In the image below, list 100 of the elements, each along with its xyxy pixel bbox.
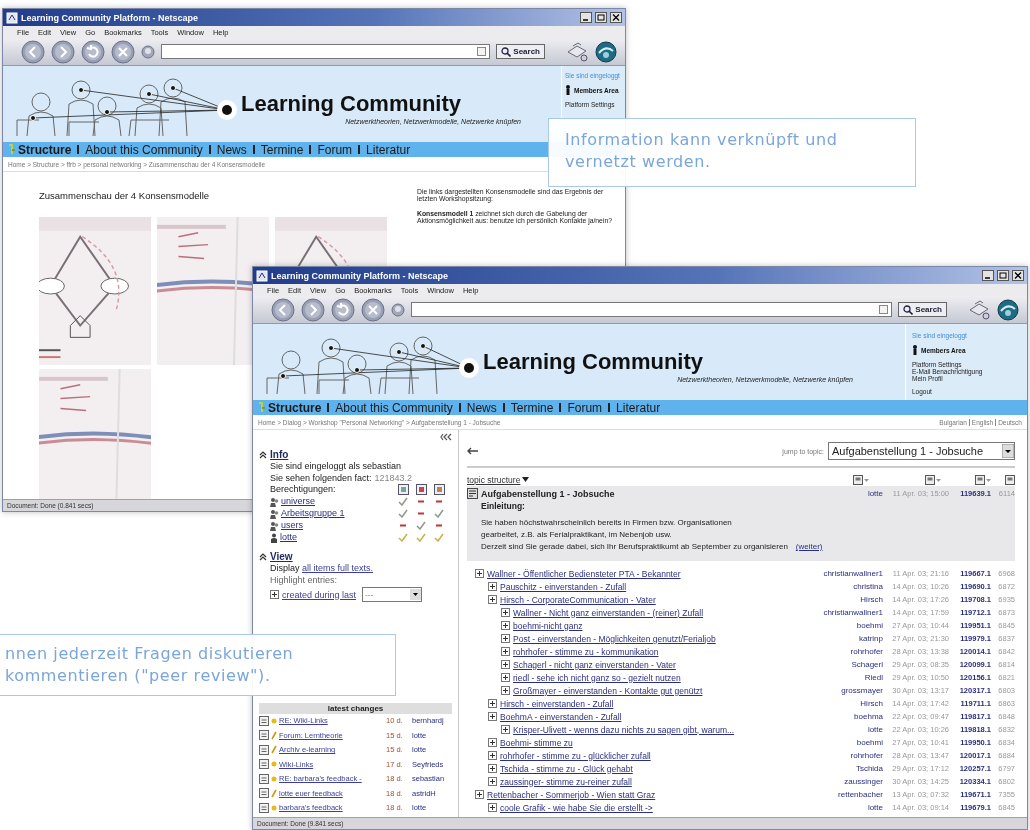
thread-link[interactable]: BoehmA - einverstanden - Zufall (500, 711, 622, 722)
minimize-icon[interactable] (982, 270, 994, 281)
dot-icon (271, 804, 277, 811)
home-icon[interactable] (141, 44, 155, 59)
expand-icon[interactable] (488, 712, 497, 721)
link[interactable]: created during last (282, 588, 357, 601)
nav-link[interactable]: News (466, 400, 497, 415)
logo-icon (997, 298, 1019, 321)
maximize-icon[interactable] (997, 270, 1009, 281)
expand-icon[interactable] (488, 803, 497, 812)
expand-icon[interactable] (501, 608, 510, 617)
sort-link[interactable]: topic structure (467, 475, 530, 485)
thread-link[interactable]: Schagerl - nicht ganz einverstanden - Vater (513, 659, 676, 670)
nav-link[interactable]: Termine (510, 400, 554, 415)
reload-icon[interactable] (81, 39, 105, 64)
person-icon (565, 85, 571, 95)
nav-link[interactable]: Literatur (366, 142, 411, 157)
thread-link[interactable]: rohrhofer - stimme zu - kommunikation (513, 646, 659, 657)
expand-icon[interactable] (488, 582, 497, 591)
thread-link[interactable]: coole Grafik - wie habe Sie die erstellt -> (500, 802, 653, 813)
thread-link[interactable]: Boehmi- stimme zu (500, 737, 573, 748)
stop-icon[interactable] (111, 39, 135, 64)
expand-icon[interactable] (488, 751, 497, 760)
period-select[interactable]: --- (362, 587, 423, 602)
dropdown-icon[interactable] (879, 305, 889, 314)
group-link[interactable]: Arbeitsgruppe 1 (281, 508, 345, 519)
thread-link[interactable]: Rettenbacher - Sommerjob - Wien statt Graz (487, 789, 656, 800)
column-sort-icon[interactable] (1005, 475, 1015, 485)
author-name: grossmayer (840, 686, 883, 695)
close-icon[interactable] (1012, 270, 1024, 281)
expand-icon[interactable] (488, 595, 497, 604)
search-button[interactable]: Search (496, 44, 545, 59)
dropdown-icon[interactable] (477, 47, 487, 56)
collapse-icon[interactable] (440, 433, 452, 441)
author-name: lotte (866, 803, 883, 812)
topic-select[interactable]: Aufgabenstellung 1 - Jobsuche (828, 442, 1015, 460)
section-link[interactable]: Info (270, 449, 289, 460)
expand-icon[interactable] (501, 660, 510, 669)
thread-link[interactable]: Post - einverstanden - Möglichkeiten genutzt/Ferialjob (513, 633, 716, 644)
thread-link[interactable]: boehmi-nicht ganz (513, 620, 583, 631)
nav-link[interactable]: Structure (257, 400, 322, 415)
home-icon[interactable] (391, 302, 405, 317)
thread-link[interactable]: Pauschitz - einverstanden - Zufall (500, 581, 627, 592)
nav-link[interactable]: Structure (7, 142, 72, 157)
expand-icon[interactable] (501, 673, 510, 682)
expand-icon[interactable] (475, 569, 484, 578)
expand-icon[interactable] (270, 590, 279, 599)
nav-link[interactable]: Termine (260, 142, 304, 157)
expand-icon[interactable] (501, 621, 510, 630)
expand-icon[interactable] (475, 790, 484, 799)
expand-icon[interactable] (488, 699, 497, 708)
thread-link[interactable]: Tschida - stimme zu - Glück gehabt (500, 763, 633, 774)
search-button[interactable]: Search (898, 302, 947, 317)
nav-link[interactable]: Forum (567, 400, 603, 415)
thread-link[interactable]: Hirsch - CorporateCommunication - Vater (500, 594, 656, 605)
thread-link[interactable]: zaussinger- stimme zu-reiner zufall (500, 776, 632, 787)
author-name: Tschida (854, 764, 883, 773)
reload-icon[interactable] (331, 297, 355, 322)
nav-link[interactable]: News (216, 142, 247, 157)
nav-link[interactable]: About this Community (85, 142, 203, 157)
group-link[interactable]: lotte (280, 532, 297, 543)
expand-icon[interactable] (501, 647, 510, 656)
nav-link[interactable]: Literatur (616, 400, 661, 415)
more-link[interactable]: (weiter) (795, 541, 823, 553)
address-field[interactable] (161, 44, 491, 59)
expand-icon[interactable] (488, 738, 497, 747)
address-field[interactable] (411, 302, 893, 317)
document-icon (259, 759, 269, 770)
link[interactable]: all items full texts. (302, 563, 374, 573)
expand-icon[interactable] (501, 686, 510, 695)
thread-link[interactable]: rohrhofer - stimme zu - glücklicher zufall (500, 750, 651, 761)
column-sort-icon[interactable] (975, 475, 991, 485)
chevron-icon[interactable] (259, 450, 267, 459)
column-sort-icon[interactable] (853, 475, 869, 485)
thread-link[interactable]: Wallner - Nicht ganz einverstanden - (reiner) Zufall (513, 607, 704, 618)
stop-icon[interactable] (361, 297, 385, 322)
expand-icon[interactable] (488, 764, 497, 773)
expand-icon[interactable] (488, 777, 497, 786)
group-link[interactable]: users (281, 520, 303, 531)
thread-link[interactable]: Hirsch - einverstanden - Zufall (500, 698, 614, 709)
nav-link[interactable]: Forum (317, 142, 353, 157)
close-icon[interactable] (610, 12, 622, 23)
forward-icon[interactable] (51, 39, 75, 64)
forward-icon[interactable] (301, 297, 325, 322)
expand-icon[interactable] (501, 634, 510, 643)
group-link[interactable]: universe (281, 496, 316, 507)
expand-icon[interactable] (501, 725, 510, 734)
back-arrow-icon[interactable] (467, 447, 479, 455)
thread-link[interactable]: riedl - sehe ich nicht ganz so - gezielt nutzen (513, 672, 681, 683)
back-icon[interactable] (271, 297, 295, 322)
section-link[interactable]: View (270, 551, 293, 562)
back-icon[interactable] (21, 39, 45, 64)
minimize-icon[interactable] (580, 12, 592, 23)
thread-link[interactable]: Krisper-Ulivett - wenns dazu nichts zu sagen gibt, warum... (513, 724, 735, 735)
thread-link[interactable]: Wallner - Öffentlicher Bediensteter PTA - Bekannter (487, 568, 681, 579)
nav-link[interactable]: About this Community (335, 400, 453, 415)
thread-link[interactable]: Großmayer - einverstanden - Kontakte gut genützt (513, 685, 703, 696)
chevron-icon[interactable] (259, 552, 267, 561)
column-sort-icon[interactable] (925, 475, 941, 485)
maximize-icon[interactable] (595, 12, 607, 23)
